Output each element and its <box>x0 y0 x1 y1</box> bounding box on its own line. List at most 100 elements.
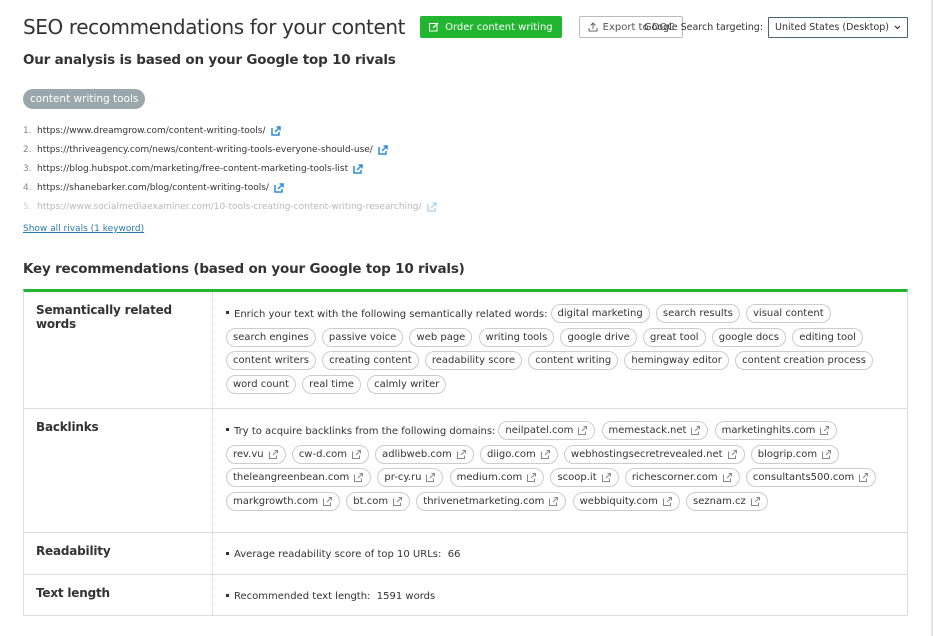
external-link-icon[interactable] <box>270 125 281 136</box>
external-link-icon <box>353 472 364 483</box>
semantic-word-chip[interactable]: google docs <box>711 327 786 347</box>
rival-number: 3. <box>23 163 32 174</box>
backlink-domain-chip[interactable]: marketinghits.com <box>714 421 838 440</box>
semantic-word-chip[interactable]: web page <box>409 327 473 347</box>
semantic-words-row: Semantically related words Enrich your t… <box>24 292 907 408</box>
backlink-domain-chip[interactable]: cw-d.com <box>291 444 369 464</box>
semantic-word-chip[interactable]: creating content <box>322 351 419 370</box>
external-link-icon <box>268 449 279 460</box>
backlink-domain-chip[interactable]: memestack.net <box>601 421 709 440</box>
chevron-down-icon <box>894 25 901 30</box>
backlink-domain-chip[interactable]: webhostingsecretrevealed.net <box>563 444 745 464</box>
backlink-domain-chip[interactable]: seznam.cz <box>686 491 768 511</box>
domain-name: neilpatel.com <box>505 425 574 436</box>
domain-name: bt.com <box>353 495 389 507</box>
semantic-word-chip[interactable]: great tool <box>643 327 706 347</box>
backlinks-row: Backlinks Try to acquire backlinks from … <box>24 408 907 532</box>
rival-item: 4. https://shanebarker.com/blog/content-… <box>23 178 437 197</box>
backlink-domain-chip[interactable]: blogrip.com <box>750 444 840 464</box>
readability-text: Average readability score of top 10 URLs… <box>234 549 442 560</box>
external-link-icon <box>392 496 403 507</box>
domain-name: pr-cy.ru <box>384 472 422 483</box>
domain-name: rev.vu <box>233 448 264 460</box>
semantic-word-chip[interactable]: passive voice <box>321 327 404 347</box>
backlink-domain-chip[interactable]: bt.com <box>346 491 411 511</box>
semantic-word-chip[interactable]: content creation process <box>735 351 873 370</box>
semantic-word-chips: digital marketing search results visual … <box>226 304 876 394</box>
readability-value: 66 <box>447 549 461 560</box>
external-link-icon <box>322 496 333 507</box>
semantic-word-chip[interactable]: readability score <box>424 351 523 370</box>
targeting-dropdown[interactable]: United States (Desktop) <box>768 17 908 38</box>
external-link-icon[interactable] <box>378 144 388 155</box>
semantic-word-chip[interactable]: writing tools <box>478 327 555 347</box>
domain-name: blogrip.com <box>757 448 818 460</box>
semantic-word-chip[interactable]: digital marketing <box>550 304 650 323</box>
text-length-value: 1591 words <box>376 591 436 602</box>
semantic-word-chip[interactable]: search engines <box>226 327 316 347</box>
rival-number: 5. <box>23 201 32 212</box>
targeting-label: Google Search targeting: <box>644 22 764 33</box>
backlink-domain-chip[interactable]: theleangreenbean.com <box>226 468 372 487</box>
backlinks-content: Try to acquire backlinks from the follow… <box>213 409 907 532</box>
semantic-intro: Enrich your text with the following sema… <box>234 308 548 320</box>
semantic-word-chip[interactable]: visual content <box>746 304 831 323</box>
semantic-word-chip[interactable]: search results <box>655 304 740 323</box>
text-length-text: Recommended text length: <box>234 591 371 602</box>
external-link-icon <box>727 449 738 460</box>
semantic-word-chip[interactable]: hemingway editor <box>624 351 729 370</box>
backlink-domain-chip[interactable]: consultants500.com <box>745 468 877 487</box>
backlink-domain-chip[interactable]: neilpatel.com <box>498 421 596 440</box>
semantic-word-chip[interactable]: calmly writer <box>367 374 447 394</box>
rival-url: https://blog.hubspot.com/marketing/free-… <box>37 163 349 174</box>
semantic-word-chip[interactable]: content writing <box>528 351 619 370</box>
backlinks-intro: Try to acquire backlinks from the follow… <box>234 425 496 437</box>
external-link-icon <box>819 425 830 436</box>
backlink-domain-chip[interactable]: richescorner.com <box>624 468 740 487</box>
domain-name: marketinghits.com <box>721 425 816 436</box>
external-link-icon <box>750 496 761 507</box>
rival-number: 2. <box>23 144 32 155</box>
semantic-word-chip[interactable]: real time <box>302 374 361 394</box>
semantic-word-chip[interactable]: word count <box>226 374 296 394</box>
semantic-word-chip[interactable]: editing tool <box>792 327 863 347</box>
semantic-word-chip[interactable]: google drive <box>560 327 637 347</box>
upload-icon <box>588 22 598 32</box>
external-link-icon[interactable] <box>274 182 284 193</box>
external-link-icon[interactable] <box>426 201 437 212</box>
backlink-domain-chip[interactable]: thrivenetmarketing.com <box>416 491 567 511</box>
domain-name: memestack.net <box>608 425 687 436</box>
semantic-word-chip[interactable]: content writers <box>226 351 316 370</box>
domain-name: medium.com <box>456 472 523 483</box>
external-link-icon[interactable] <box>353 163 363 174</box>
keyword-tag: content writing tools <box>23 89 146 109</box>
show-all-rivals-link[interactable]: Show all rivals (1 keyword) <box>23 224 144 234</box>
backlink-domain-chip[interactable]: adlibweb.com <box>375 444 474 464</box>
bullet <box>226 551 229 555</box>
row-label: Text length <box>24 575 213 615</box>
domain-name: theleangreenbean.com <box>233 472 350 483</box>
backlink-domain-chip[interactable]: scoop.it <box>550 468 619 487</box>
rivals-list: 1. https://www.dreamgrow.com/content-wri… <box>23 121 437 216</box>
order-content-writing-button[interactable]: Order content writing <box>420 16 562 38</box>
rival-item: 5. https://www.socialmediaexaminer.com/1… <box>23 197 437 216</box>
rival-item: 2. https://thriveagency.com/news/content… <box>23 140 437 159</box>
external-link-icon <box>456 449 467 460</box>
backlink-domain-chip[interactable]: markgrowth.com <box>226 491 341 511</box>
domain-name: markgrowth.com <box>233 495 319 507</box>
domain-name: cw-d.com <box>298 448 347 460</box>
domain-name: consultants500.com <box>752 472 855 483</box>
backlink-domain-chip[interactable]: pr-cy.ru <box>377 468 444 487</box>
backlink-domain-chip[interactable]: webbiquity.com <box>572 491 680 511</box>
external-link-icon <box>601 472 612 483</box>
rival-url: https://www.dreamgrow.com/content-writin… <box>37 125 266 136</box>
domain-name: seznam.cz <box>693 495 746 507</box>
domain-name: webhostingsecretrevealed.net <box>570 448 723 460</box>
bullet <box>226 311 229 314</box>
text-length-row: Text length Recommended text length: 159… <box>24 574 907 615</box>
backlink-domain-chip[interactable]: rev.vu <box>226 444 286 464</box>
backlink-domain-chip[interactable]: diigo.com <box>479 444 558 464</box>
page-header: SEO recommendations for your content Ord… <box>23 15 684 39</box>
row-label: Semantically related words <box>24 292 213 408</box>
backlink-domain-chip[interactable]: medium.com <box>449 468 545 487</box>
